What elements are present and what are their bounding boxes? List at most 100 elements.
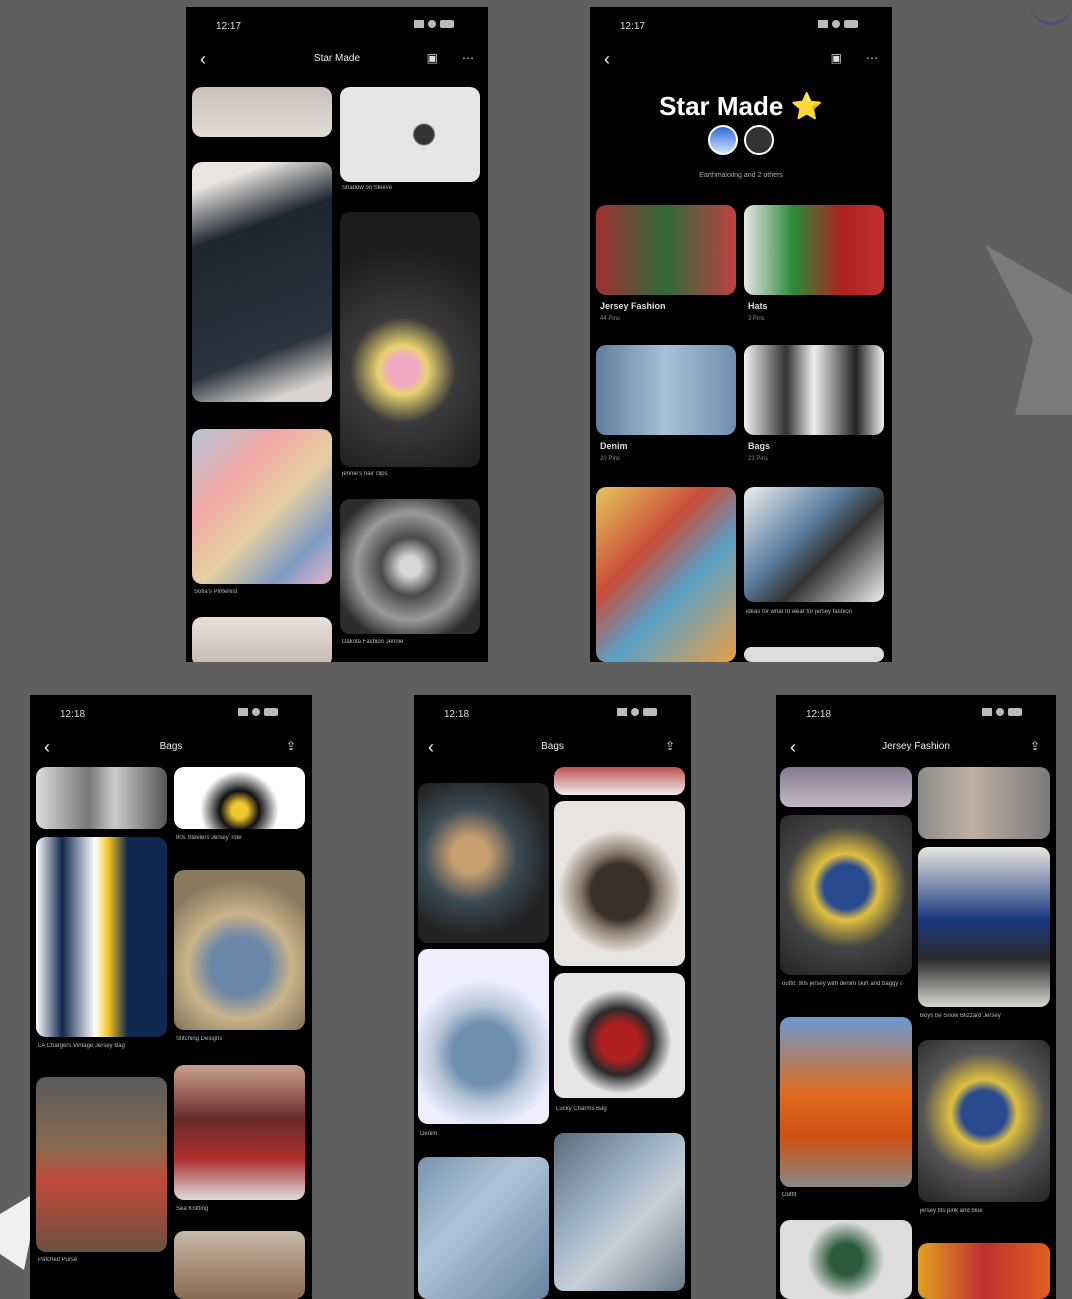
pin-image[interactable]: [780, 1017, 912, 1187]
pin-caption: Boys be Snow Blizzard Jersey: [920, 1013, 1001, 1019]
phone-jersey-fashion: 12:18 ‹ Jersey Fashion ⇪ outfit: 90s jer…: [776, 695, 1056, 1299]
page-title: Bags: [541, 741, 564, 752]
status-bar: 12:18: [414, 695, 691, 731]
pin-image[interactable]: [192, 87, 332, 137]
pin-image[interactable]: [918, 767, 1050, 839]
pin-image[interactable]: [36, 837, 167, 1037]
pin-image[interactable]: [780, 815, 912, 975]
pin-image[interactable]: [192, 429, 332, 584]
status-icons: [414, 19, 466, 31]
pin-image[interactable]: [418, 1157, 549, 1299]
pin-image[interactable]: [340, 87, 480, 182]
pin-caption: Stitching Designs: [176, 1036, 223, 1042]
status-icons: [982, 707, 1034, 719]
chevron-left-icon[interactable]: ‹: [604, 49, 610, 70]
share-icon[interactable]: ⇪: [286, 739, 296, 753]
pin-caption: jersey fits pink and blue: [920, 1208, 983, 1214]
board-name: Jersey Fashion: [600, 301, 666, 311]
share-icon[interactable]: ⇪: [1030, 739, 1040, 753]
layout-icon[interactable]: ▣: [831, 51, 842, 65]
board-name: Bags: [748, 441, 771, 451]
status-time: 12:17: [620, 21, 646, 32]
board-name: Hats: [748, 301, 768, 311]
status-icons: [238, 707, 290, 719]
pin-caption: Dakota Fashion Jennie: [342, 639, 404, 645]
pin-image[interactable]: [174, 767, 305, 829]
board-cover-jersey[interactable]: [596, 205, 736, 295]
pin-caption: Sofia’s Pinterest: [194, 589, 238, 595]
pin-image[interactable]: [418, 783, 549, 943]
pin-image[interactable]: [780, 767, 912, 807]
pin-image[interactable]: [554, 973, 685, 1098]
pin-caption: Outfit: [782, 1192, 797, 1198]
pin-image[interactable]: [340, 212, 480, 467]
status-icons: [617, 707, 669, 719]
pin-image[interactable]: [918, 1243, 1050, 1299]
pin-image[interactable]: [918, 1040, 1050, 1202]
more-icon[interactable]: ⋯: [462, 51, 474, 65]
phone-board-overview: 12:17 ‹ ▣ ⋯ Star Made ⭐ Earthmaxxing and…: [590, 7, 892, 662]
pin-caption: LA Chargers Vintage Jersey Bag: [38, 1043, 125, 1049]
decor-star-shape: [985, 245, 1072, 415]
collaborator-text: Earthmaxxing and 2 others: [699, 172, 783, 179]
status-time: 12:17: [216, 21, 242, 32]
board-pin-count: 20 Pins: [600, 456, 621, 462]
share-icon[interactable]: ⇪: [665, 739, 675, 753]
board-pin-count: 3 Pins: [748, 316, 765, 322]
status-bar: 12:17: [590, 7, 892, 43]
pin-caption: Patched Purse: [38, 1257, 78, 1263]
pin-caption: Lucky Charms Bag: [556, 1106, 607, 1112]
board-cover-hats[interactable]: [744, 205, 884, 295]
phone-board-feed: 12:17 ‹ Star Made ▣ ⋯ Shadow on Sleeve j…: [186, 7, 488, 662]
pin-image[interactable]: [174, 1065, 305, 1200]
nav-bar: ‹ Jersey Fashion ⇪: [776, 733, 1056, 763]
pin-caption: Denim: [420, 1131, 438, 1137]
pin-image[interactable]: [780, 1220, 912, 1299]
pin-image[interactable]: [554, 767, 685, 795]
nav-bar: ‹ Bags ⇪: [30, 733, 312, 763]
status-time: 12:18: [60, 709, 86, 720]
pin-caption: ideas for what to wear for jersey fashio…: [746, 609, 853, 615]
pin-caption: jennie’s hair clips: [342, 471, 388, 477]
decor-curve: [1030, 0, 1072, 25]
pin-image[interactable]: [596, 487, 736, 662]
pin-image[interactable]: [418, 949, 549, 1124]
pin-caption: 80s Steelers Jersey Tote: [176, 835, 242, 841]
nav-bar: ‹ ▣ ⋯: [590, 45, 892, 75]
pin-image[interactable]: [36, 1077, 167, 1252]
pin-image[interactable]: [192, 617, 332, 662]
pin-image[interactable]: [192, 162, 332, 402]
phone-bags-2: 12:18 ‹ Bags ⇪ Denim Lucky Charms Bag: [414, 695, 691, 1299]
pin-image[interactable]: [174, 1231, 305, 1299]
page-title: Star Made: [313, 53, 361, 64]
phone-bags-1: 12:18 ‹ Bags ⇪ 80s Steelers Jersey Tote …: [30, 695, 312, 1299]
status-bar: 12:17: [186, 7, 488, 43]
status-bar: 12:18: [776, 695, 1056, 731]
pin-caption: Sea Knitting: [176, 1206, 209, 1212]
pin-image[interactable]: [554, 801, 685, 966]
board-title: Star Made ⭐: [659, 91, 823, 121]
board-cover-denim[interactable]: [596, 345, 736, 435]
collaborator-avatars[interactable]: [590, 125, 892, 159]
pin-image[interactable]: [174, 870, 305, 1030]
layout-icon[interactable]: ▣: [427, 51, 438, 65]
pin-image[interactable]: [340, 499, 480, 634]
status-icons: [818, 19, 870, 31]
status-time: 12:18: [806, 709, 832, 720]
pin-image[interactable]: [554, 1133, 685, 1291]
pin-image[interactable]: [744, 647, 884, 662]
board-pin-count: 23 Pins: [748, 456, 769, 462]
pin-caption: Shadow on Sleeve: [342, 185, 393, 191]
pin-image[interactable]: [918, 847, 1050, 1007]
nav-bar: ‹ Star Made ▣ ⋯: [186, 45, 488, 75]
board-pin-count: 44 Pins: [600, 316, 621, 322]
pin-image[interactable]: [744, 487, 884, 602]
status-time: 12:18: [444, 709, 470, 720]
pin-image[interactable]: [36, 767, 167, 829]
more-icon[interactable]: ⋯: [866, 51, 878, 65]
status-bar: 12:18: [30, 695, 312, 731]
page-title: Jersey Fashion: [882, 741, 950, 752]
board-cover-bags[interactable]: [744, 345, 884, 435]
pin-caption: outfit: 90s jersey with denim skirt and …: [782, 981, 902, 987]
nav-bar: ‹ Bags ⇪: [414, 733, 691, 763]
